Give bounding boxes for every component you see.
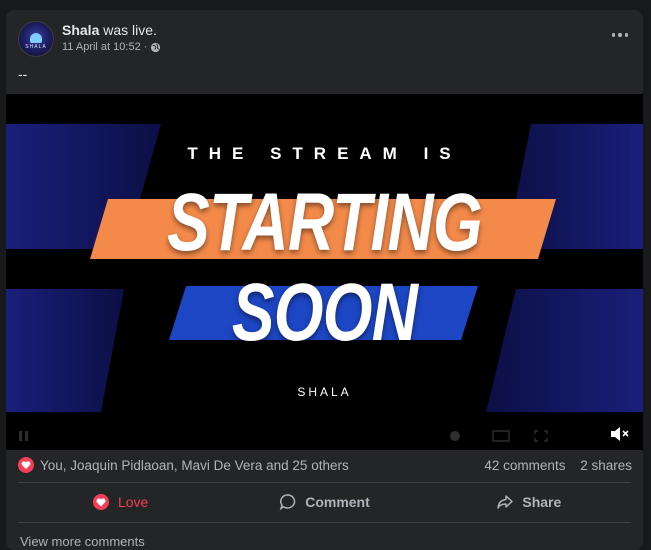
dot-icon bbox=[611, 33, 616, 37]
post-header: SHALA Shala was live. 11 April at 10:52 … bbox=[18, 21, 630, 59]
love-label: Love bbox=[117, 494, 149, 510]
meta-separator: · bbox=[143, 41, 148, 53]
miniplayer-icon[interactable] bbox=[492, 430, 510, 442]
post-meta: 11 April at 10:52 · bbox=[62, 41, 161, 53]
settings-icon[interactable] bbox=[448, 430, 462, 442]
fullscreen-icon[interactable] bbox=[534, 430, 548, 442]
author-line: Shala was live. bbox=[62, 22, 157, 38]
share-label: Share bbox=[522, 494, 562, 510]
divider bbox=[18, 482, 631, 483]
logo-mark-icon bbox=[30, 32, 42, 43]
reactions-row: You, Joaquin Pidlaoan, Mavi De Vera and … bbox=[18, 456, 632, 476]
share-icon bbox=[497, 495, 514, 509]
reactors-summary[interactable]: You, Joaquin Pidlaoan, Mavi De Vera and … bbox=[40, 458, 349, 473]
muted-speaker-icon[interactable] bbox=[609, 425, 631, 443]
post-caption: -- bbox=[18, 66, 28, 82]
post-timestamp[interactable]: 11 April at 10:52 bbox=[62, 41, 141, 53]
engagement-counts: 42 comments 2 shares bbox=[484, 458, 632, 473]
post-action-text: was live. bbox=[103, 22, 157, 38]
starting-text: STARTING bbox=[167, 177, 483, 268]
pause-icon[interactable] bbox=[18, 430, 30, 442]
avatar[interactable]: SHALA bbox=[18, 21, 54, 57]
stream-title-text: THE STREAM IS bbox=[187, 144, 462, 163]
comments-count[interactable]: 42 comments bbox=[484, 458, 565, 473]
love-reaction-icon bbox=[92, 494, 109, 510]
love-button[interactable]: Love bbox=[18, 484, 222, 520]
channel-label: SHALA bbox=[297, 385, 352, 399]
divider bbox=[18, 522, 631, 523]
more-options-button[interactable] bbox=[604, 19, 636, 51]
view-more-comments-link[interactable]: View more comments bbox=[20, 534, 145, 549]
dot-icon bbox=[624, 33, 629, 37]
share-button[interactable]: Share bbox=[427, 484, 631, 520]
post-actions: Love Comment Share bbox=[18, 484, 631, 520]
comment-button[interactable]: Comment bbox=[222, 484, 426, 520]
avatar-brand-text: SHALA bbox=[25, 43, 47, 50]
globe-icon bbox=[151, 42, 161, 52]
comment-label: Comment bbox=[305, 494, 370, 510]
dot-icon bbox=[618, 33, 622, 37]
heart-icon bbox=[21, 461, 31, 469]
soon-text: SOON bbox=[231, 267, 418, 358]
shares-count[interactable]: 2 shares bbox=[580, 458, 632, 473]
author-name[interactable]: Shala bbox=[62, 22, 99, 38]
live-video[interactable]: THE STREAM IS STARTING SOON SHALA bbox=[6, 94, 643, 450]
video-controls bbox=[6, 420, 643, 450]
post-card: SHALA Shala was live. 11 April at 10:52 … bbox=[6, 10, 643, 550]
love-reaction-icon[interactable] bbox=[18, 457, 34, 473]
comment-icon bbox=[279, 494, 296, 511]
